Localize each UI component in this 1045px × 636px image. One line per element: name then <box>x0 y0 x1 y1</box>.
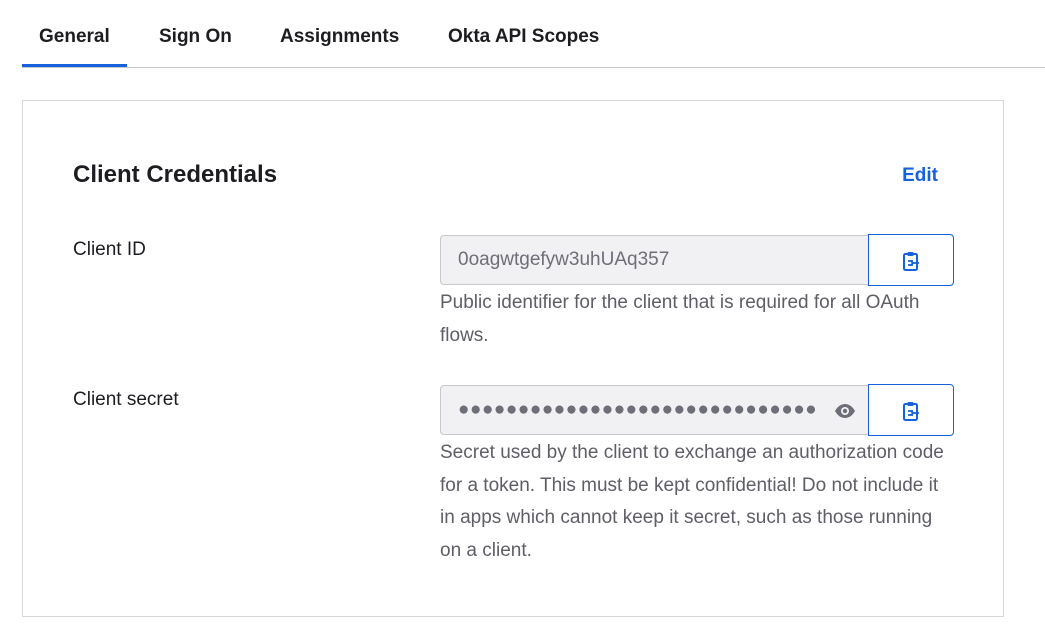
client-id-field[interactable]: 0oagwtgefyw3uhUAq357 <box>440 235 868 285</box>
tab-bar: General Sign On Assignments Okta API Sco… <box>22 0 1045 68</box>
edit-button[interactable]: Edit <box>902 165 938 187</box>
client-secret-masked-value: ●●●●●●●●●●●●●●●●●●●●●●●●●●●●●●●●●●●●●●●● <box>458 399 818 420</box>
client-id-help: Public identifier for the client that is… <box>440 292 920 346</box>
tab-sign-on[interactable]: Sign On <box>159 26 232 48</box>
copy-client-secret-button[interactable] <box>868 384 954 436</box>
tab-okta-api-scopes[interactable]: Okta API Scopes <box>448 26 599 48</box>
copy-client-id-button[interactable] <box>868 234 954 286</box>
clipboard-copy-icon <box>903 402 919 421</box>
client-secret-field[interactable]: ●●●●●●●●●●●●●●●●●●●●●●●●●●●●●●●●●●●●●●●● <box>440 385 868 435</box>
client-credentials-card: Client Credentials Edit Client ID 0oagwt… <box>22 100 1004 617</box>
tab-assignments[interactable]: Assignments <box>280 26 399 48</box>
tab-general[interactable]: General <box>22 26 127 67</box>
client-secret-help: Secret used by the client to exchange an… <box>440 442 944 561</box>
client-secret-label: Client secret <box>73 389 179 410</box>
eye-icon[interactable] <box>834 403 856 419</box>
client-id-value: 0oagwtgefyw3uhUAq357 <box>458 249 670 270</box>
section-title: Client Credentials <box>73 161 278 188</box>
clipboard-copy-icon <box>903 252 919 271</box>
client-id-label: Client ID <box>73 239 146 260</box>
